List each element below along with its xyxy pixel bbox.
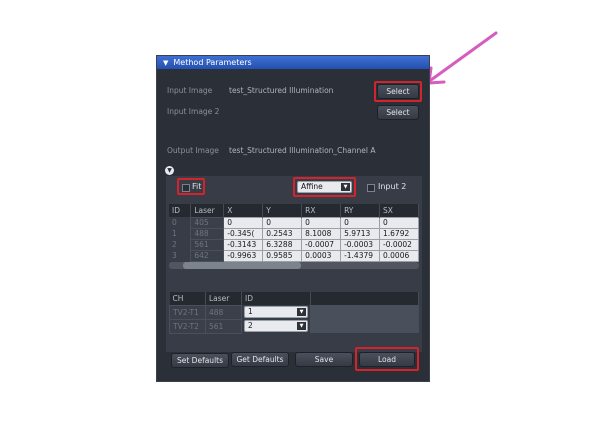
set-defaults-button[interactable]: Set Defaults <box>171 353 229 368</box>
table-row: TV2-T1 488 1 ▼ <box>169 304 419 320</box>
scrollbar-thumb[interactable] <box>183 262 301 269</box>
method-parameters-panel: ▼ Method Parameters Input Image test_Stru… <box>156 55 430 382</box>
column-header[interactable]: SX <box>379 204 419 217</box>
table-cell[interactable]: 0 <box>340 216 380 229</box>
column-header[interactable]: ID <box>169 204 192 217</box>
save-button[interactable]: Save <box>295 352 353 367</box>
table-cell[interactable]: -0.0007 <box>301 238 342 251</box>
table-cell: 488 <box>190 227 225 240</box>
output-image-value: test_Structured Illumination_Channel A <box>229 146 376 155</box>
table-row: 1 488 -0.345( 0.2543 8.1008 5.9713 1.679… <box>169 227 419 240</box>
table-row: 0 405 0 0 0 0 0 <box>169 216 419 229</box>
expand-collapse-icon[interactable]: ▼ <box>165 166 174 175</box>
column-header[interactable]: RY <box>340 204 380 217</box>
channel-id-dropdown[interactable]: 2 ▼ <box>244 320 308 332</box>
column-header[interactable]: X <box>223 204 264 217</box>
table-cell: 1 ▼ <box>242 305 311 319</box>
highlight-box <box>293 177 356 197</box>
registration-subpanel: Fit Affine ▼ Input 2 ID Laser X Y RX RY … <box>166 176 422 368</box>
table-header-row: CH Laser ID <box>169 292 419 305</box>
column-header[interactable]: CH <box>169 292 206 305</box>
table-cell: 488 <box>205 304 242 320</box>
column-header[interactable]: Laser <box>205 292 242 305</box>
collapse-triangle-icon[interactable]: ▼ <box>163 57 168 70</box>
highlight-box <box>355 347 419 371</box>
table-cell: 3 <box>172 251 177 260</box>
table-cell[interactable]: 0 <box>262 216 303 229</box>
table-cell[interactable]: 0.0003 <box>301 249 342 262</box>
channel-id-dropdown[interactable]: 1 ▼ <box>244 306 308 318</box>
dropdown-arrow-icon: ▼ <box>297 322 306 330</box>
table-cell[interactable]: 0.2543 <box>262 227 303 240</box>
table-cell[interactable]: 0.9585 <box>262 249 303 262</box>
column-header[interactable]: Y <box>262 204 303 217</box>
table-header-row: ID Laser X Y RX RY SX <box>169 204 419 217</box>
table-cell[interactable]: -0.9963 <box>223 249 264 262</box>
input2-label: Input 2 <box>378 182 407 191</box>
column-header-empty <box>310 292 419 305</box>
input2-checkbox[interactable] <box>367 184 375 192</box>
channel-table: CH Laser ID TV2-T1 488 1 ▼ TV2-T2 561 2 … <box>169 292 419 334</box>
column-header[interactable]: RX <box>301 204 342 217</box>
table-cell[interactable]: 5.9713 <box>340 227 380 240</box>
table-cell[interactable]: -0.3143 <box>223 238 264 251</box>
get-defaults-button[interactable]: Get Defaults <box>231 352 289 367</box>
channel-id-value: 2 <box>248 321 253 330</box>
table-cell[interactable]: -0.345( <box>223 227 264 240</box>
table-cell[interactable]: 1.6792 <box>379 227 419 240</box>
input-image-label: Input Image <box>167 86 213 95</box>
channel-id-value: 1 <box>248 307 253 316</box>
input-image-value: test_Structured Illumination <box>229 86 334 95</box>
table-cell[interactable]: 0 <box>223 216 264 229</box>
horizontal-scrollbar[interactable] <box>169 262 419 269</box>
output-image-label: Output Image <box>167 146 219 155</box>
input-image2-label: Input Image 2 <box>167 107 220 116</box>
table-cell: 2 ▼ <box>242 319 311 333</box>
panel-header[interactable]: ▼ Method Parameters <box>157 56 429 69</box>
column-header[interactable]: Laser <box>190 204 225 217</box>
table-row: TV2-T2 561 2 ▼ <box>169 318 419 334</box>
table-cell: 2 <box>172 240 177 249</box>
table-cell: 1 <box>172 229 177 238</box>
table-cell[interactable]: -1.4379 <box>340 249 380 262</box>
table-cell[interactable]: 0.0006 <box>379 249 419 262</box>
table-cell: 642 <box>190 249 225 262</box>
table-cell: TV2-T1 <box>169 304 206 320</box>
table-cell[interactable]: 6.3288 <box>262 238 303 251</box>
table-row: 3 642 -0.9963 0.9585 0.0003 -1.4379 0.00… <box>169 249 419 262</box>
table-cell[interactable]: 8.1008 <box>301 227 342 240</box>
table-cell[interactable]: 0 <box>379 216 419 229</box>
table-row: 2 561 -0.3143 6.3288 -0.0007 -0.0003 -0.… <box>169 238 419 251</box>
table-cell-empty <box>310 305 419 319</box>
table-cell: TV2-T2 <box>169 318 206 334</box>
table-cell[interactable]: -0.0003 <box>340 238 380 251</box>
panel-title: Method Parameters <box>173 58 252 67</box>
table-cell[interactable]: -0.0002 <box>379 238 419 251</box>
select-input-image2-button[interactable]: Select <box>377 105 419 120</box>
table-cell: 0 <box>172 218 177 227</box>
table-cell-empty <box>310 319 419 333</box>
registration-table: ID Laser X Y RX RY SX 0 405 0 0 0 0 0 1 … <box>169 204 419 262</box>
dropdown-arrow-icon: ▼ <box>297 308 306 316</box>
column-header[interactable]: ID <box>241 292 311 305</box>
highlight-box <box>374 81 422 102</box>
table-cell: 561 <box>190 238 225 251</box>
table-cell[interactable]: 0 <box>301 216 342 229</box>
table-cell: 405 <box>190 216 225 229</box>
table-cell: 561 <box>205 318 242 334</box>
highlight-box <box>177 178 205 195</box>
